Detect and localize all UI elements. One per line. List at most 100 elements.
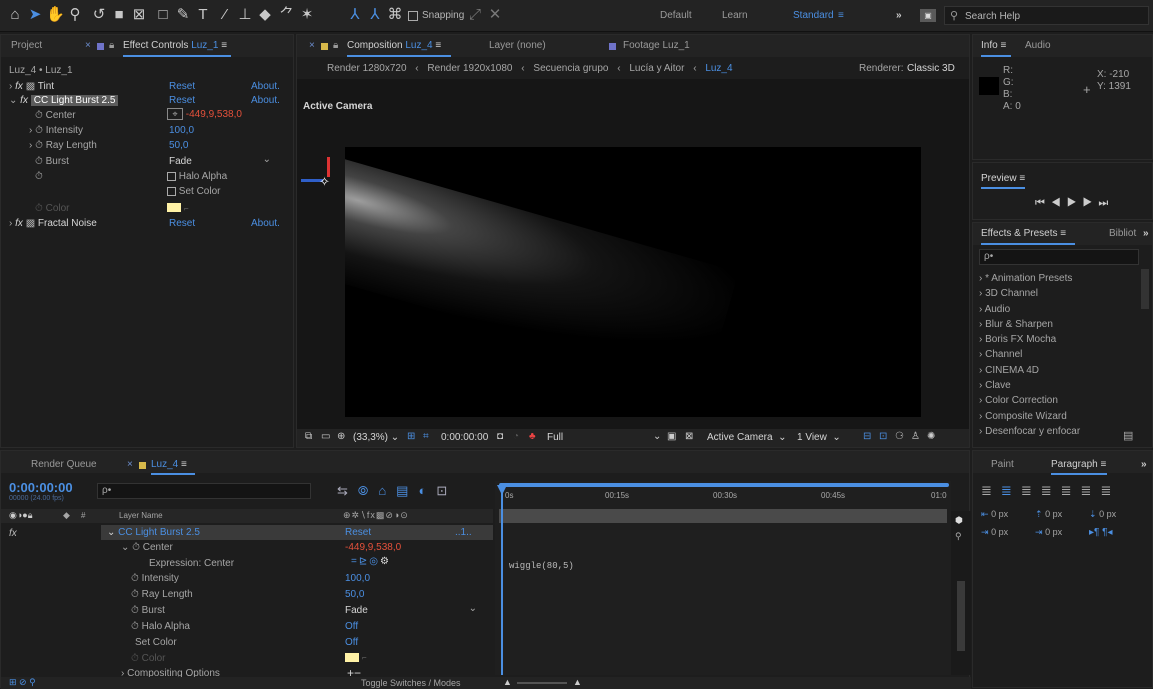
tab-effect-controls[interactable]: Effect Controls Luz_1 ≡ bbox=[123, 40, 227, 51]
stopwatch-icon[interactable]: ⏱︎ bbox=[132, 542, 140, 553]
play-icon[interactable]: ▶︎ bbox=[1067, 197, 1083, 209]
renderer-value[interactable]: Classic 3D bbox=[907, 63, 955, 74]
comp-button-icon[interactable]: ⬢ bbox=[955, 515, 963, 526]
pen-tool-icon[interactable]: ✎ bbox=[174, 6, 192, 24]
pin-icon[interactable]: ⚲ bbox=[955, 531, 962, 542]
close-tab-icon[interactable]: × bbox=[309, 40, 315, 51]
chevron-right-icon[interactable]: › bbox=[9, 218, 12, 229]
fx-icon[interactable]: fx bbox=[20, 95, 28, 106]
about-link[interactable]: ..1.. bbox=[455, 527, 472, 538]
close-tab-icon[interactable]: × bbox=[85, 40, 91, 51]
reset-button[interactable]: Reset bbox=[169, 218, 195, 229]
toggle-switches-modes[interactable]: Toggle Switches / Modes bbox=[361, 678, 461, 688]
workspace-standard[interactable]: Standard bbox=[793, 10, 834, 21]
stopwatch-icon[interactable]: ⏱︎ bbox=[35, 156, 43, 167]
camera-icon[interactable]: ◘ bbox=[497, 431, 503, 442]
axis-local-icon[interactable]: ⅄ bbox=[346, 6, 364, 24]
justify-center-icon[interactable]: ≣ bbox=[1061, 483, 1081, 498]
reset-button[interactable]: Reset bbox=[169, 81, 195, 92]
burst-dropdown[interactable]: Fade ⌄ bbox=[165, 154, 275, 168]
graph-editor-icon[interactable]: ⊡ bbox=[436, 483, 457, 498]
flowchart-icon[interactable]: ♙ bbox=[911, 431, 920, 442]
clone-stamp-tool-icon[interactable]: ⊥ bbox=[236, 6, 254, 24]
search-help-field[interactable]: ⚲ Search Help bbox=[944, 6, 1149, 25]
anchor-point-icon[interactable]: ✧ bbox=[319, 174, 330, 190]
stopwatch-icon[interactable]: ⏱︎ bbox=[35, 203, 43, 214]
stopwatch-icon[interactable]: ⏱︎ bbox=[35, 171, 43, 182]
space-after-field[interactable]: ⇣ 0 px bbox=[1089, 509, 1116, 520]
color-channel-icon[interactable]: ◔ bbox=[513, 431, 519, 442]
fast-preview-icon[interactable]: ⊡ bbox=[879, 431, 887, 442]
stopwatch-icon[interactable]: ⏱︎ bbox=[131, 589, 139, 600]
align-right-icon[interactable]: ≣ bbox=[1021, 483, 1041, 498]
table-row[interactable]: Expression: Center bbox=[149, 558, 234, 569]
pan-behind-tool-icon[interactable]: ⊠ bbox=[130, 6, 148, 24]
current-time[interactable]: 0:00:00:00 bbox=[441, 432, 488, 443]
align-left-icon[interactable]: ≣ bbox=[981, 483, 1001, 498]
effects-scrollbar[interactable] bbox=[1141, 269, 1149, 309]
language-menu-icon[interactable]: ⚙ bbox=[380, 556, 391, 567]
axis-world-icon[interactable]: ⅄ bbox=[366, 6, 384, 24]
snap-close-icon[interactable]: ✕ bbox=[486, 6, 504, 24]
chevron-down-icon[interactable]: ⌄ bbox=[9, 95, 17, 106]
crosshair-icon[interactable]: ⌖ bbox=[167, 108, 183, 120]
panel-toggle-icon[interactable]: ▣ bbox=[920, 9, 936, 22]
selection-tool-icon[interactable]: ➤ bbox=[26, 6, 44, 24]
breadcrumb-item[interactable]: Lucía y Aitor bbox=[629, 63, 684, 74]
indent-first-line-field[interactable]: ⇥ 0 px bbox=[981, 527, 1008, 538]
tab-bibliot[interactable]: Bibliot bbox=[1109, 228, 1136, 239]
shy-icon[interactable]: ⌂ bbox=[378, 483, 396, 498]
fx-icon[interactable]: fx bbox=[15, 81, 23, 92]
list-item[interactable]: › Composite Wizard bbox=[979, 409, 1139, 424]
reset-button[interactable]: Reset bbox=[169, 95, 195, 106]
workspace-learn[interactable]: Learn bbox=[722, 10, 748, 21]
table-row[interactable]: ⏱︎ Ray Length bbox=[131, 589, 193, 600]
effect-row-tint[interactable]: › fx ▩ Tint bbox=[9, 81, 54, 92]
table-row[interactable]: Set Color bbox=[135, 637, 177, 648]
region-interest-icon[interactable]: ▣ bbox=[667, 431, 676, 442]
list-item[interactable]: › Clave bbox=[979, 378, 1139, 393]
justify-right-icon[interactable]: ≣ bbox=[1081, 483, 1101, 498]
timeline-timecode[interactable]: 0:00:00:00 bbox=[9, 480, 73, 495]
halo-alpha-checkbox[interactable]: Halo Alpha bbox=[167, 171, 227, 182]
about-link[interactable]: About. bbox=[251, 81, 280, 92]
table-row[interactable]: ⌄ ⏱︎ Center bbox=[121, 542, 173, 553]
breadcrumb-item[interactable]: Render 1280x720 bbox=[327, 63, 407, 74]
close-tab-icon[interactable]: × bbox=[127, 459, 133, 470]
tab-paragraph[interactable]: Paragraph ≡ bbox=[1051, 459, 1106, 470]
color-swatch[interactable] bbox=[167, 203, 181, 212]
zoom-out-icon[interactable]: ▲ bbox=[503, 677, 512, 687]
tab-comp[interactable]: Luz_4 ≡ bbox=[151, 459, 187, 470]
effects-search-input[interactable]: ρ• bbox=[979, 249, 1139, 265]
center-value[interactable]: ⌖ -449,9,538,0 bbox=[167, 108, 242, 120]
list-item[interactable]: › Color Correction bbox=[979, 393, 1139, 408]
burst-dropdown[interactable]: Fade ⌄ bbox=[341, 603, 481, 617]
graph-icon[interactable]: ⊵ bbox=[359, 556, 369, 567]
stopwatch-icon[interactable]: ⏱︎ bbox=[131, 605, 139, 616]
table-row-value[interactable]: 100,0 bbox=[345, 573, 370, 584]
justify-left-icon[interactable]: ≣ bbox=[1041, 483, 1061, 498]
axis-view-icon[interactable]: ⌘ bbox=[386, 6, 404, 24]
tab-paint[interactable]: Paint bbox=[991, 459, 1014, 470]
type-tool-icon[interactable]: T bbox=[194, 6, 212, 24]
about-link[interactable]: About. bbox=[251, 95, 280, 106]
resolution-dropdown[interactable]: Full bbox=[547, 432, 563, 443]
more-tabs-icon[interactable]: » bbox=[1143, 228, 1149, 239]
timeline-icon[interactable]: ⚆ bbox=[895, 431, 904, 442]
tab-audio[interactable]: Audio bbox=[1025, 40, 1051, 51]
transparency-grid-icon[interactable]: ⊠ bbox=[685, 431, 693, 442]
lock-icon[interactable]: 🔒︎ bbox=[109, 40, 114, 51]
tab-footage[interactable]: Footage Luz_1 bbox=[623, 40, 690, 51]
table-row[interactable]: ⏱︎ Intensity bbox=[131, 573, 179, 584]
list-item[interactable]: › Blur & Sharpen bbox=[979, 317, 1139, 332]
space-before-field[interactable]: ⇡ 0 px bbox=[1035, 509, 1062, 520]
breadcrumb-item[interactable]: Secuencia grupo bbox=[533, 63, 608, 74]
snap-options-icon[interactable]: ⤢ bbox=[466, 6, 484, 24]
stopwatch-icon[interactable]: ⏱︎ bbox=[131, 653, 139, 664]
workspace-menu-icon[interactable]: ≡ bbox=[838, 10, 844, 21]
zoom-in-icon[interactable]: ▲ bbox=[573, 677, 582, 687]
table-row-value[interactable]: -449,9,538,0 bbox=[345, 542, 401, 553]
tab-render-queue[interactable]: Render Queue bbox=[31, 459, 97, 470]
timeline-scrollbar[interactable] bbox=[957, 581, 965, 651]
color-swatch[interactable] bbox=[345, 653, 359, 662]
